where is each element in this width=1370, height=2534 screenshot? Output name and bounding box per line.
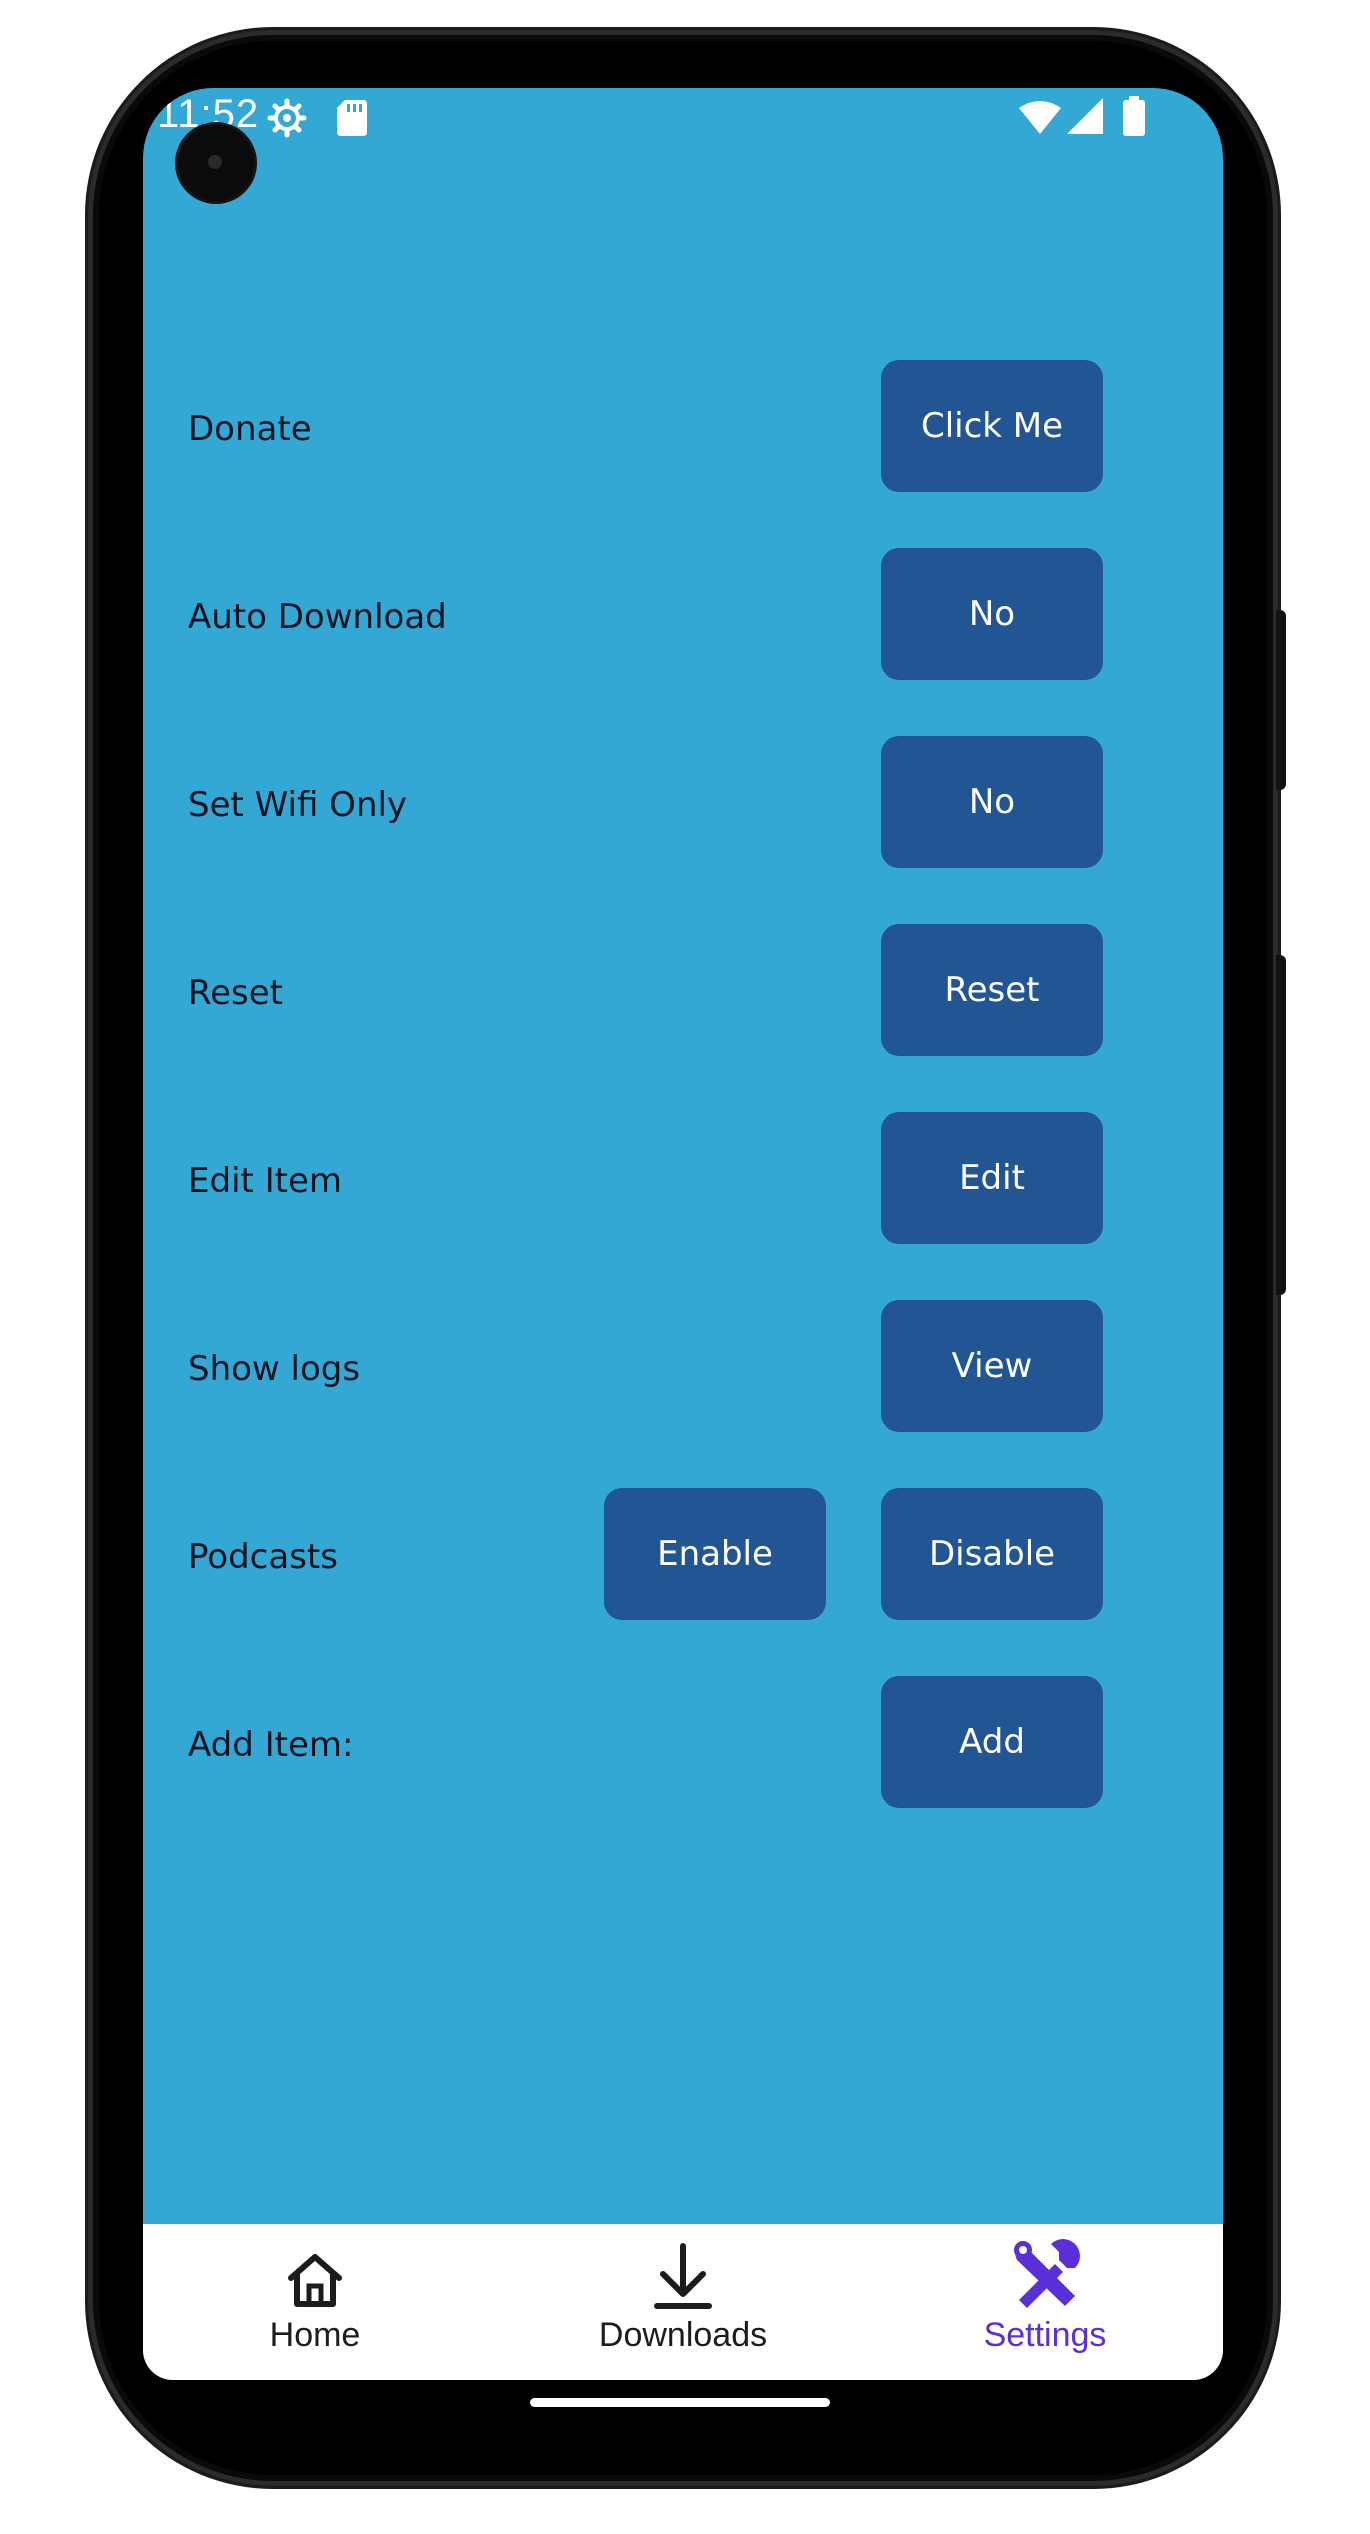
wifi-only-button[interactable]: No: [881, 736, 1103, 868]
edit-button[interactable]: Edit: [881, 1112, 1103, 1244]
settings-gear-icon: [267, 98, 307, 138]
nav-item-home[interactable]: Home: [165, 2224, 465, 2380]
podcasts-disable-button[interactable]: Disable: [881, 1488, 1103, 1620]
power-button: [1276, 610, 1286, 790]
nav-label-home: Home: [269, 2316, 361, 2354]
donate-button[interactable]: Click Me: [881, 360, 1103, 492]
setting-label-podcasts: Podcasts: [188, 1537, 338, 1577]
setting-label-donate: Donate: [188, 409, 312, 449]
home-indicator-bar[interactable]: [530, 2398, 830, 2407]
nav-item-settings[interactable]: Settings: [895, 2224, 1195, 2380]
bottom-navigation: Home Downloads Settings: [143, 2224, 1223, 2380]
setting-label-reset: Reset: [188, 973, 283, 1013]
setting-label-show-logs: Show logs: [188, 1349, 361, 1389]
app-screen: 11:52 Donate Click Me Auto Download No S…: [143, 88, 1223, 2380]
view-logs-button[interactable]: View: [881, 1300, 1103, 1432]
setting-label-edit-item: Edit Item: [188, 1161, 343, 1201]
cell-signal-icon: [1067, 98, 1103, 134]
nav-label-settings: Settings: [983, 2316, 1107, 2354]
battery-icon: [1123, 96, 1145, 136]
podcasts-enable-button[interactable]: Enable: [604, 1488, 826, 1620]
sd-card-icon: [337, 100, 367, 136]
home-icon: [288, 2254, 342, 2307]
download-icon: [654, 2243, 712, 2309]
settings-tools-icon: [1014, 2239, 1080, 2308]
setting-label-wifi-only: Set Wifi Only: [188, 785, 408, 825]
front-camera: [178, 125, 254, 201]
auto-download-button[interactable]: No: [881, 548, 1103, 680]
setting-label-auto-download: Auto Download: [188, 597, 447, 637]
reset-button[interactable]: Reset: [881, 924, 1103, 1056]
nav-item-downloads[interactable]: Downloads: [533, 2224, 833, 2380]
add-item-button[interactable]: Add: [881, 1676, 1103, 1808]
setting-label-add-item: Add Item:: [188, 1725, 354, 1765]
volume-button: [1276, 955, 1286, 1295]
wifi-icon: [1019, 101, 1061, 134]
nav-label-downloads: Downloads: [598, 2316, 768, 2354]
status-bar: 11:52: [143, 88, 1223, 144]
